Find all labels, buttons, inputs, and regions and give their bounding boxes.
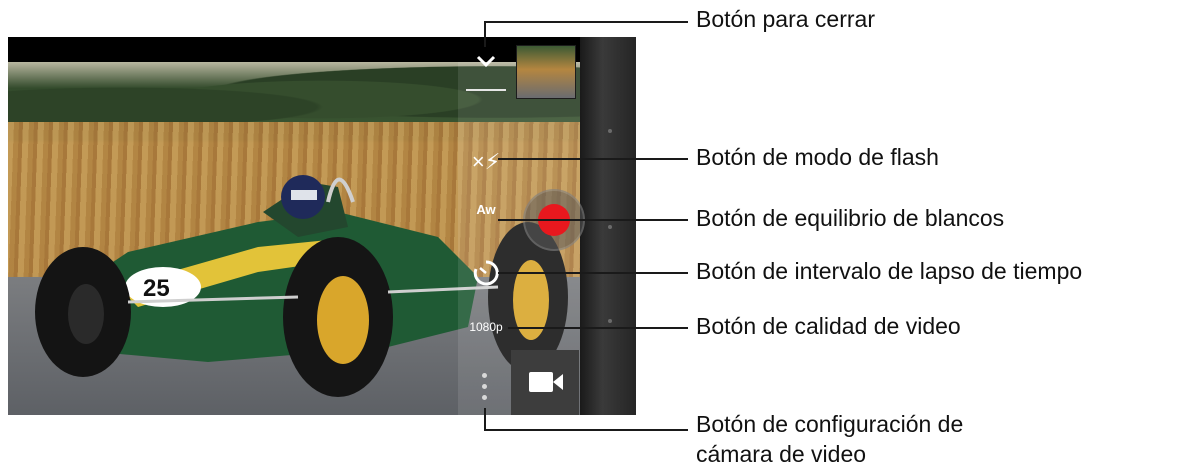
callout-time-lapse: Botón de intervalo de lapso de tiempo — [696, 258, 1083, 284]
camera-viewfinder-screen: 25 ×⚡ Aw 1080p — [8, 37, 636, 415]
panel-dot — [608, 129, 612, 133]
leader-line-close-v — [484, 21, 486, 47]
video-quality-button[interactable]: 1080p — [458, 317, 514, 337]
svg-text:25: 25 — [143, 275, 170, 302]
flash-off-icon: ×⚡ — [471, 149, 501, 174]
close-underline — [466, 89, 506, 91]
video-camera-icon — [529, 372, 563, 392]
panel-dot — [608, 225, 612, 229]
leader-line-flash — [498, 158, 688, 160]
callout-close-button: Botón para cerrar — [696, 6, 875, 32]
last-capture-thumbnail[interactable] — [516, 45, 576, 99]
leader-line-quality — [508, 327, 688, 329]
right-side-panel — [580, 37, 636, 415]
callout-camera-settings-line1: Botón de configuración de — [696, 411, 964, 437]
video-mode-button[interactable] — [511, 350, 579, 415]
callout-white-balance: Botón de equilibrio de blancos — [696, 205, 1005, 231]
leader-line-white-balance — [498, 219, 688, 221]
leader-line-time-lapse — [498, 272, 688, 274]
white-balance-icon: Aw — [476, 202, 496, 217]
callout-video-quality: Botón de calidad de video — [696, 313, 961, 339]
chevron-down-icon — [476, 55, 496, 68]
panel-dot — [608, 319, 612, 323]
leader-line-settings-v — [484, 408, 486, 431]
close-button[interactable] — [468, 47, 504, 77]
flash-mode-button[interactable]: ×⚡ — [466, 149, 506, 179]
leader-line-close — [484, 21, 688, 23]
callout-flash-mode: Botón de modo de flash — [696, 144, 939, 170]
white-balance-button[interactable]: Aw — [466, 202, 506, 232]
callout-camera-settings-line2: cámara de video — [696, 441, 867, 467]
leader-line-settings — [484, 429, 688, 431]
camera-settings-button[interactable] — [474, 369, 494, 405]
